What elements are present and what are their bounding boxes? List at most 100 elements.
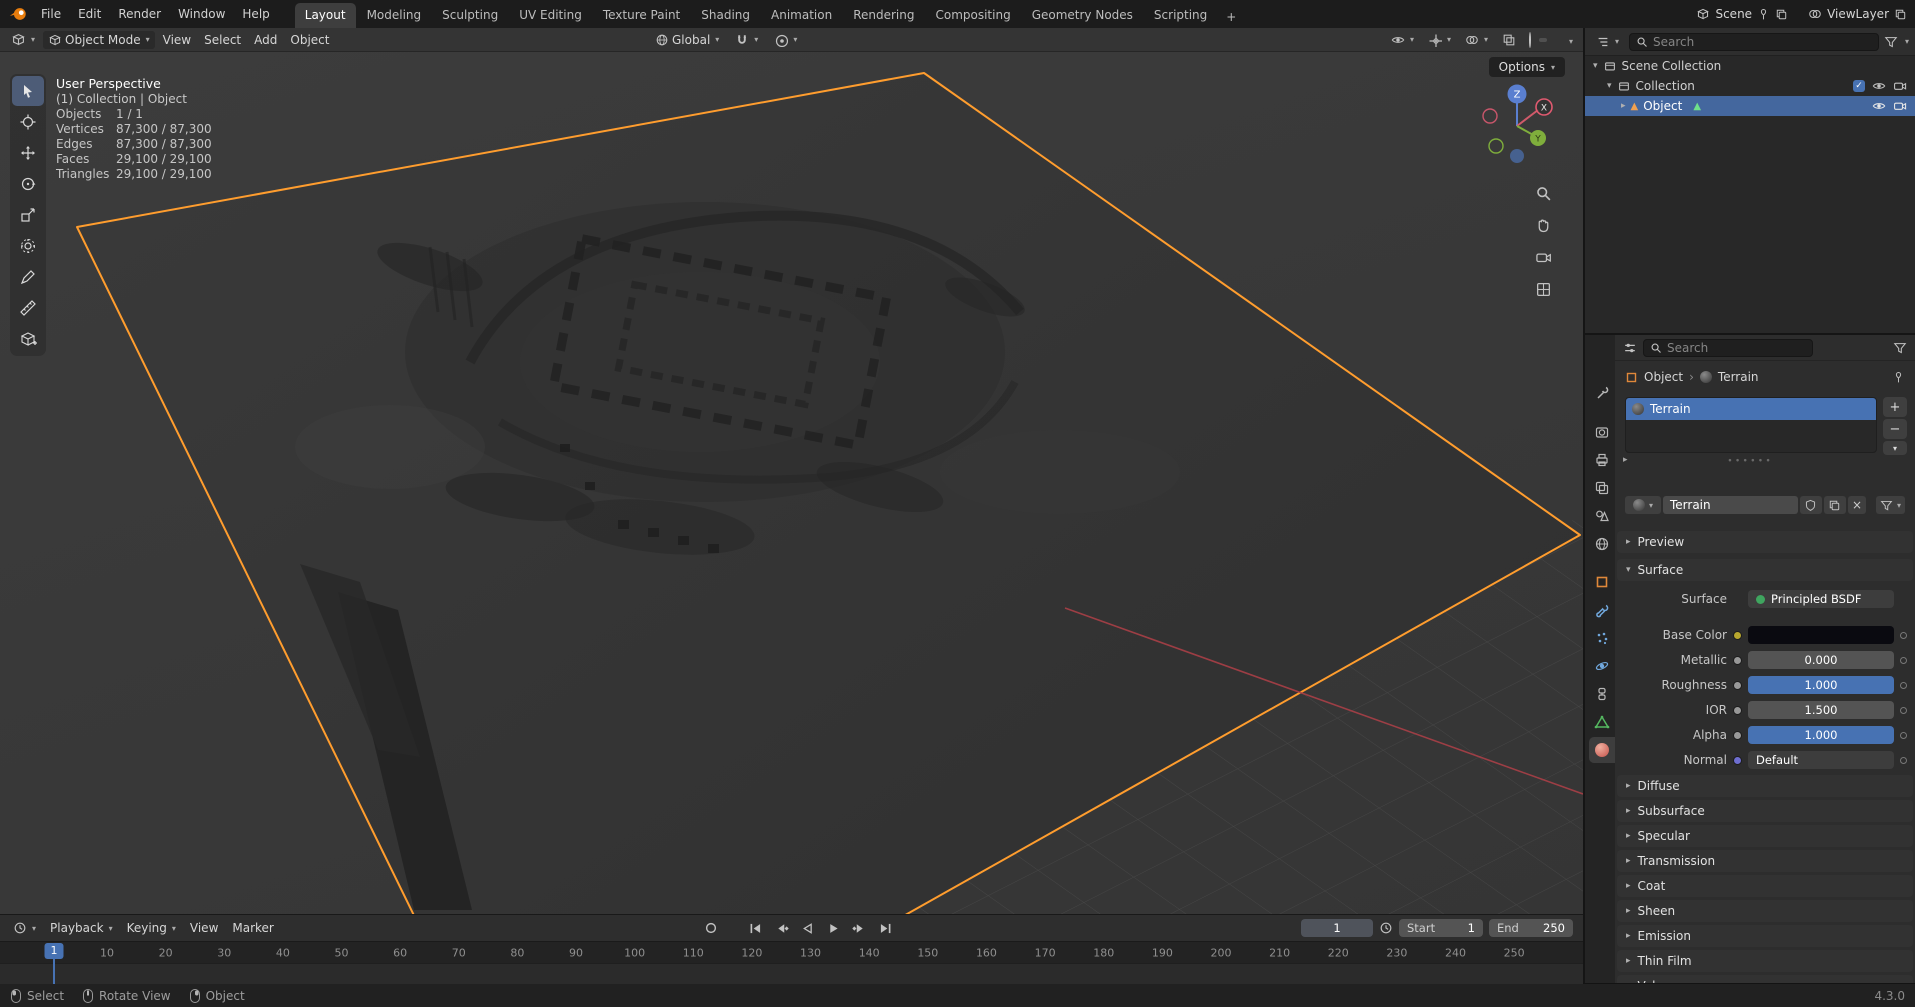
shading-rendered-button[interactable]: ▾: [1563, 31, 1577, 49]
tool-transform[interactable]: [12, 231, 44, 261]
outliner-row-collection[interactable]: ▾ Collection ✓: [1585, 76, 1915, 96]
pin-icon[interactable]: [1757, 8, 1770, 21]
panel-transmission[interactable]: ▸Transmission: [1617, 850, 1913, 872]
metallic-field[interactable]: 0.000: [1748, 651, 1894, 669]
render-camera-icon[interactable]: [1893, 99, 1907, 113]
tab-geometry-nodes[interactable]: Geometry Nodes: [1022, 3, 1143, 28]
new-view-layer-icon[interactable]: [1894, 8, 1907, 21]
proportional-editing-toggle[interactable]: ▾: [769, 31, 802, 49]
snap-toggle[interactable]: ▾: [730, 31, 763, 49]
material-filter-button[interactable]: ▾: [1876, 496, 1905, 514]
gizmos-dropdown[interactable]: ▾: [1423, 31, 1456, 49]
timeline-track[interactable]: [0, 963, 1583, 984]
outliner-row-scene-collection[interactable]: ▾ Scene Collection: [1585, 56, 1915, 76]
play-reverse-button[interactable]: [796, 919, 818, 937]
shading-wireframe-button[interactable]: [1525, 31, 1535, 49]
tab-texture-paint[interactable]: Texture Paint: [593, 3, 690, 28]
gizmo-y-neg[interactable]: [1489, 139, 1503, 153]
menu-keying[interactable]: Keying▾: [122, 919, 181, 937]
next-keyframe-button[interactable]: [848, 919, 870, 937]
menu-render[interactable]: Render: [110, 3, 169, 25]
panel-surface[interactable]: ▾Surface: [1617, 559, 1913, 581]
add-slot-button[interactable]: +: [1883, 397, 1907, 417]
use-preview-range-icon[interactable]: [1379, 921, 1393, 935]
tool-select-tweak[interactable]: [12, 76, 44, 106]
outliner-options-caret[interactable]: ▾: [1905, 37, 1909, 46]
tab-sculpting[interactable]: Sculpting: [432, 3, 508, 28]
auto-key-toggle[interactable]: [700, 919, 722, 937]
tab-world[interactable]: [1589, 531, 1615, 557]
new-scene-icon[interactable]: [1775, 8, 1788, 21]
tab-modeling[interactable]: Modeling: [357, 3, 432, 28]
tab-animation[interactable]: Animation: [761, 3, 842, 28]
menu-view-timeline[interactable]: View: [185, 919, 223, 937]
tab-output[interactable]: [1589, 447, 1615, 473]
tab-rendering[interactable]: Rendering: [843, 3, 924, 28]
animate-dot[interactable]: [1900, 707, 1907, 714]
view-layer-selector[interactable]: ViewLayer: [1827, 7, 1889, 21]
tool-cursor[interactable]: [12, 107, 44, 137]
properties-search-input[interactable]: Search: [1643, 339, 1813, 357]
tool-move[interactable]: [12, 138, 44, 168]
panel-subsurface[interactable]: ▸Subsurface: [1617, 800, 1913, 822]
remove-slot-button[interactable]: −: [1883, 419, 1907, 439]
navigation-gizmo[interactable]: Z X Y: [1475, 80, 1559, 176]
camera-view-button[interactable]: [1531, 245, 1555, 269]
breadcrumb-object[interactable]: Object: [1644, 370, 1683, 384]
roughness-slider[interactable]: 1.000: [1748, 676, 1894, 694]
jump-to-end-button[interactable]: [874, 919, 896, 937]
ior-field[interactable]: 1.500: [1748, 701, 1894, 719]
menu-add[interactable]: Add: [249, 31, 282, 49]
pan-hand-button[interactable]: [1531, 213, 1555, 237]
menu-help[interactable]: Help: [234, 3, 277, 25]
transform-orientation-select[interactable]: Global▾: [650, 31, 724, 49]
shading-solid-button[interactable]: [1539, 38, 1547, 42]
menu-edit[interactable]: Edit: [70, 3, 109, 25]
scene-selector[interactable]: Scene: [1715, 7, 1752, 21]
tab-tool[interactable]: [1589, 379, 1615, 405]
animate-dot[interactable]: [1900, 632, 1907, 639]
gizmo-z-neg[interactable]: [1510, 149, 1524, 163]
expand-icon[interactable]: ▾: [1607, 81, 1612, 91]
filter-icon[interactable]: [1893, 341, 1907, 355]
tool-rotate[interactable]: [12, 169, 44, 199]
tab-material[interactable]: [1589, 737, 1615, 763]
add-workspace-button[interactable]: +: [1218, 6, 1244, 28]
tab-modifiers[interactable]: [1589, 597, 1615, 623]
play-button[interactable]: [822, 919, 844, 937]
ortho-toggle-button[interactable]: [1531, 277, 1555, 301]
xray-toggle[interactable]: [1497, 31, 1521, 49]
browse-material-button[interactable]: ▾: [1625, 496, 1661, 514]
panel-diffuse[interactable]: ▸Diffuse: [1617, 775, 1913, 797]
menu-view[interactable]: View: [158, 31, 196, 49]
prev-keyframe-button[interactable]: [770, 919, 792, 937]
shading-material-button[interactable]: [1551, 38, 1559, 42]
menu-playback[interactable]: Playback▾: [45, 919, 118, 937]
editor-type-button[interactable]: ▾: [6, 30, 40, 49]
tab-compositing[interactable]: Compositing: [925, 3, 1020, 28]
viewport-canvas[interactable]: User Perspective (1) Collection | Object…: [0, 52, 1583, 914]
menu-select[interactable]: Select: [199, 31, 246, 49]
render-camera-icon[interactable]: [1893, 79, 1907, 93]
frame-end-field[interactable]: End250: [1489, 919, 1573, 937]
material-slot-list[interactable]: Terrain: [1625, 397, 1877, 453]
animate-dot[interactable]: [1900, 732, 1907, 739]
panel-specular[interactable]: ▸Specular: [1617, 825, 1913, 847]
overlays-dropdown[interactable]: ▾: [1460, 31, 1493, 49]
tab-particles[interactable]: [1589, 625, 1615, 651]
animate-dot[interactable]: [1900, 682, 1907, 689]
menu-window[interactable]: Window: [170, 3, 233, 25]
pin-icon[interactable]: [1892, 371, 1905, 384]
tool-add-primitive[interactable]: [12, 324, 44, 354]
menu-marker[interactable]: Marker: [227, 919, 278, 937]
outliner-row-object[interactable]: ▸ ▲ Object ▲: [1585, 96, 1915, 116]
hide-eye-icon[interactable]: [1872, 79, 1886, 93]
panel-sheen[interactable]: ▸Sheen: [1617, 900, 1913, 922]
tab-object-data[interactable]: [1589, 709, 1615, 735]
tab-layout[interactable]: Layout: [295, 3, 356, 28]
panel-coat[interactable]: ▸Coat: [1617, 875, 1913, 897]
tab-view-layer[interactable]: [1589, 475, 1615, 501]
tab-scene[interactable]: [1589, 503, 1615, 529]
frame-start-field[interactable]: Start1: [1399, 919, 1483, 937]
mode-select[interactable]: Object Mode▾: [43, 31, 155, 49]
